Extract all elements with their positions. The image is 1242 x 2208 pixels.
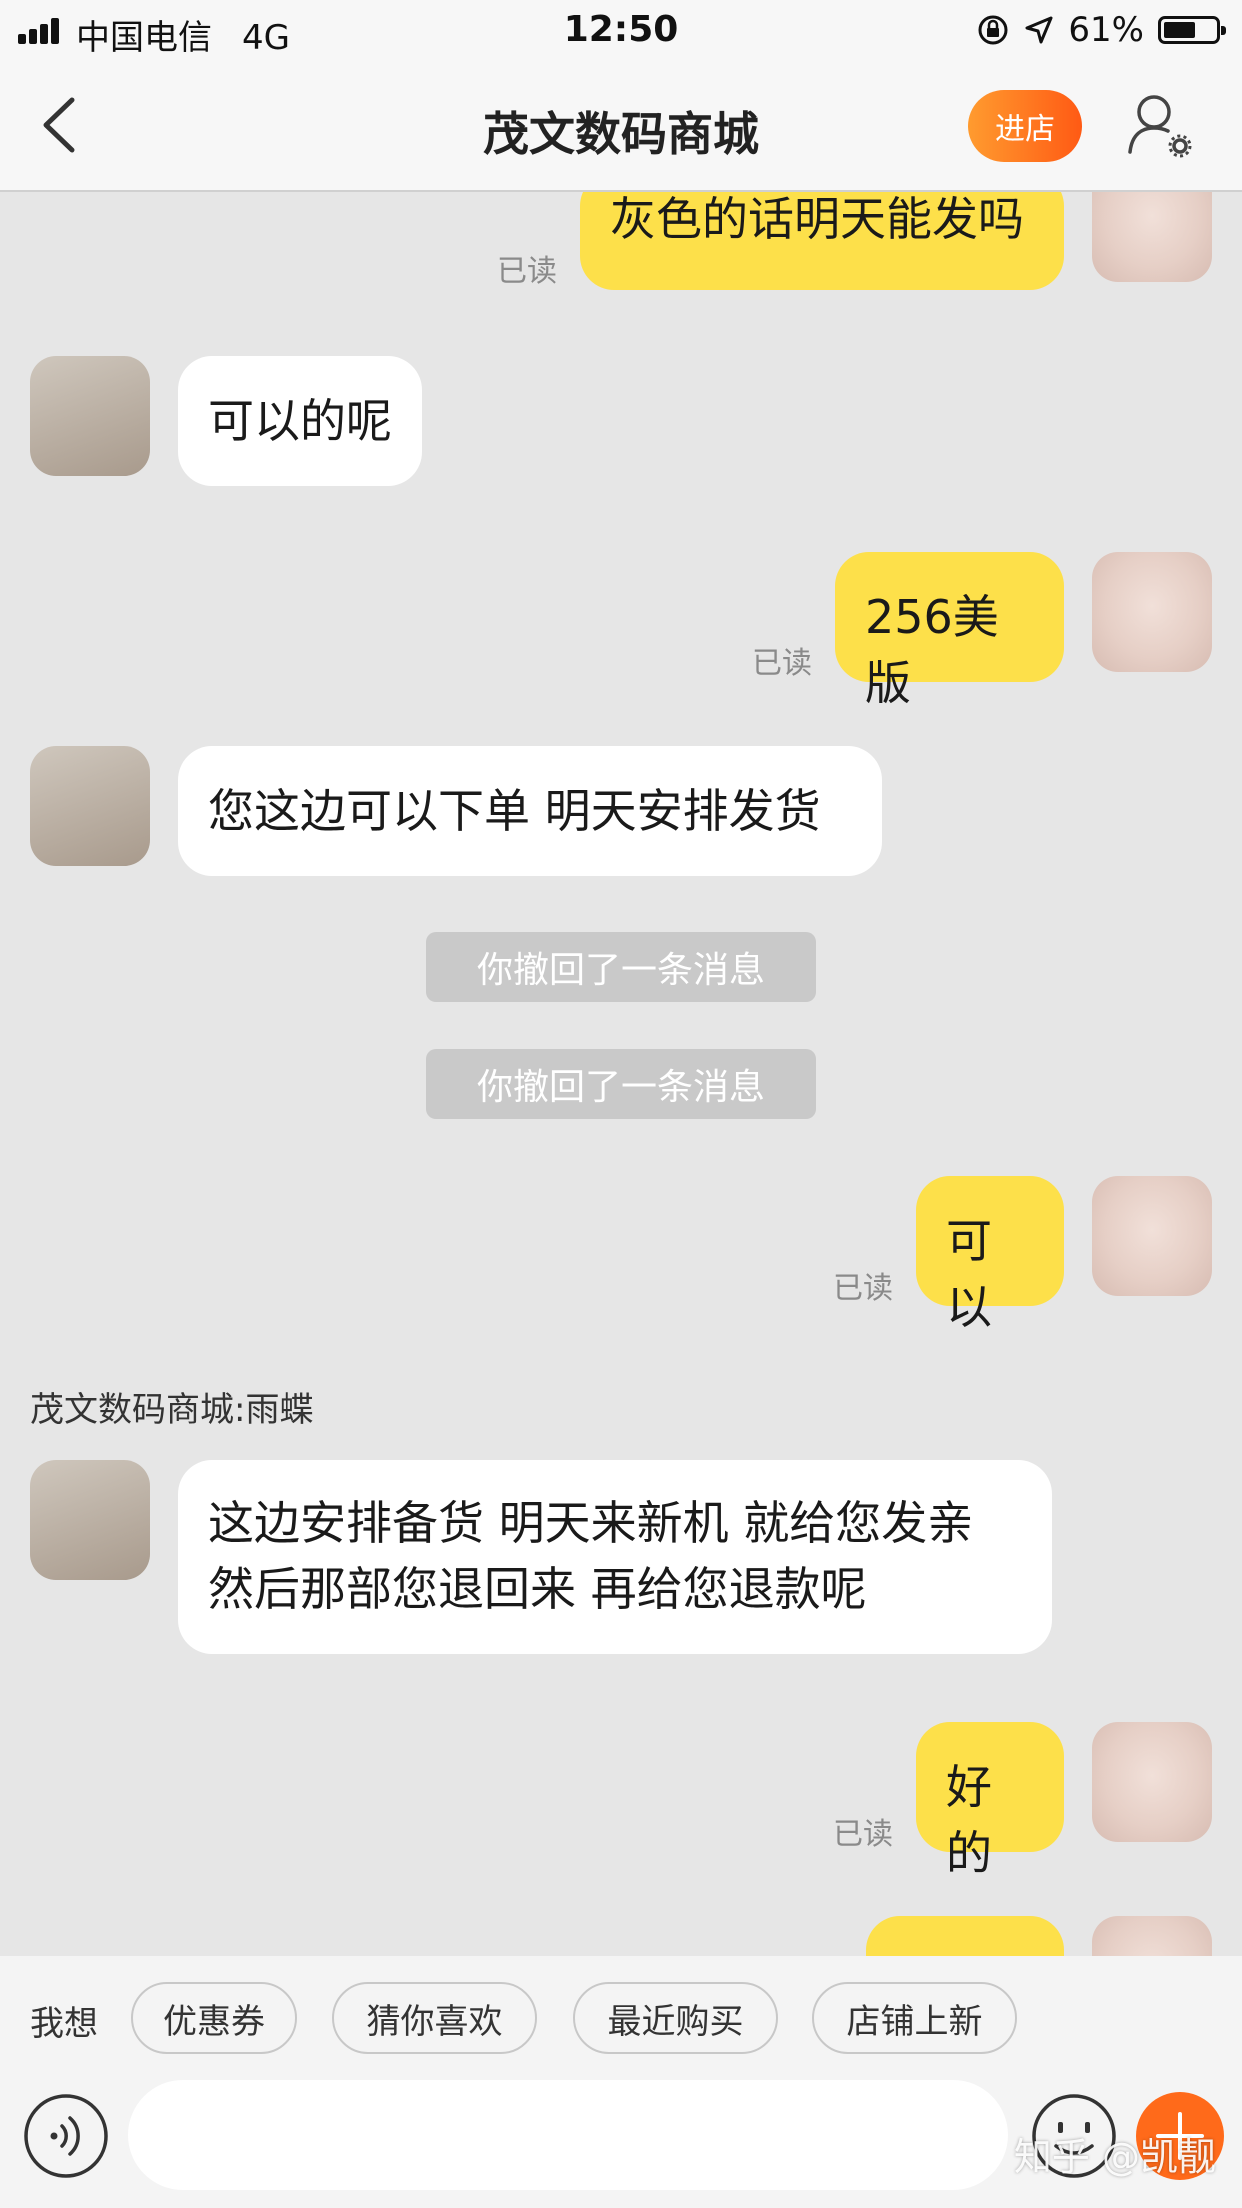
chat-area[interactable]: 已读 灰色的话明天能发吗 可以的呢 已读 256美版 您这边可以下单 明天安排发… bbox=[0, 192, 1242, 1956]
user-settings-icon[interactable] bbox=[1124, 90, 1194, 160]
rotation-lock-icon bbox=[978, 15, 1008, 45]
my-avatar[interactable] bbox=[1092, 1916, 1212, 1956]
read-receipt: 已读 bbox=[497, 254, 557, 289]
shop-avatar[interactable] bbox=[30, 356, 150, 476]
chip-recent-purchase[interactable]: 最近购买 bbox=[573, 1982, 778, 2054]
system-message: 你撤回了一条消息 bbox=[426, 1049, 816, 1119]
battery-percent: 61% bbox=[1068, 10, 1144, 50]
enter-shop-button[interactable]: 进店 bbox=[968, 90, 1082, 162]
message-bubble-out[interactable]: 可以 bbox=[916, 1176, 1064, 1334]
shop-avatar[interactable] bbox=[30, 1460, 150, 1580]
nav-bar: 茂文数码商城 进店 bbox=[0, 62, 1242, 192]
my-avatar[interactable] bbox=[1092, 192, 1212, 282]
message-bubble-out[interactable]: 256美版 bbox=[835, 552, 1064, 710]
message-bubble-out[interactable]: 灰色的话明天能发吗 bbox=[580, 192, 1064, 290]
message-bubble-out[interactable]: 好的 bbox=[916, 1722, 1064, 1880]
shop-avatar[interactable] bbox=[30, 746, 150, 866]
system-message: 你撤回了一条消息 bbox=[426, 932, 816, 1002]
sender-name: 茂文数码商城:雨蝶 bbox=[30, 1390, 314, 1430]
message-bubble-in[interactable]: 这边安排备货 明天来新机 就给您发亲 然后那部您退回来 再给您退款呢 bbox=[178, 1460, 1052, 1654]
read-receipt: 已读 bbox=[833, 1271, 893, 1306]
message-input[interactable] bbox=[128, 2080, 1008, 2190]
quick-actions-bar: 我想 优惠券 猜你喜欢 最近购买 店铺上新 bbox=[0, 1956, 1242, 2074]
chip-recommend[interactable]: 猜你喜欢 bbox=[332, 1982, 537, 2054]
quick-actions-label: 我想 bbox=[30, 2004, 98, 2044]
my-avatar[interactable] bbox=[1092, 552, 1212, 672]
chip-new-arrivals[interactable]: 店铺上新 bbox=[812, 1982, 1017, 2054]
voice-icon[interactable] bbox=[22, 2092, 110, 2180]
chip-coupon[interactable]: 优惠券 bbox=[131, 1982, 297, 2054]
message-bubble-in[interactable]: 可以的呢 bbox=[178, 356, 422, 486]
my-avatar[interactable] bbox=[1092, 1722, 1212, 1842]
message-bubble-out[interactable] bbox=[866, 1916, 1064, 1956]
status-bar: 中国电信 4G 12:50 61% bbox=[0, 0, 1242, 62]
watermark-text: 知乎 @凯靓 bbox=[1013, 2135, 1216, 2179]
location-icon bbox=[1025, 16, 1053, 44]
read-receipt: 已读 bbox=[833, 1817, 893, 1852]
message-bubble-in[interactable]: 您这边可以下单 明天安排发货 bbox=[178, 746, 882, 876]
read-receipt: 已读 bbox=[752, 646, 812, 681]
battery-icon bbox=[1158, 16, 1226, 44]
my-avatar[interactable] bbox=[1092, 1176, 1212, 1296]
